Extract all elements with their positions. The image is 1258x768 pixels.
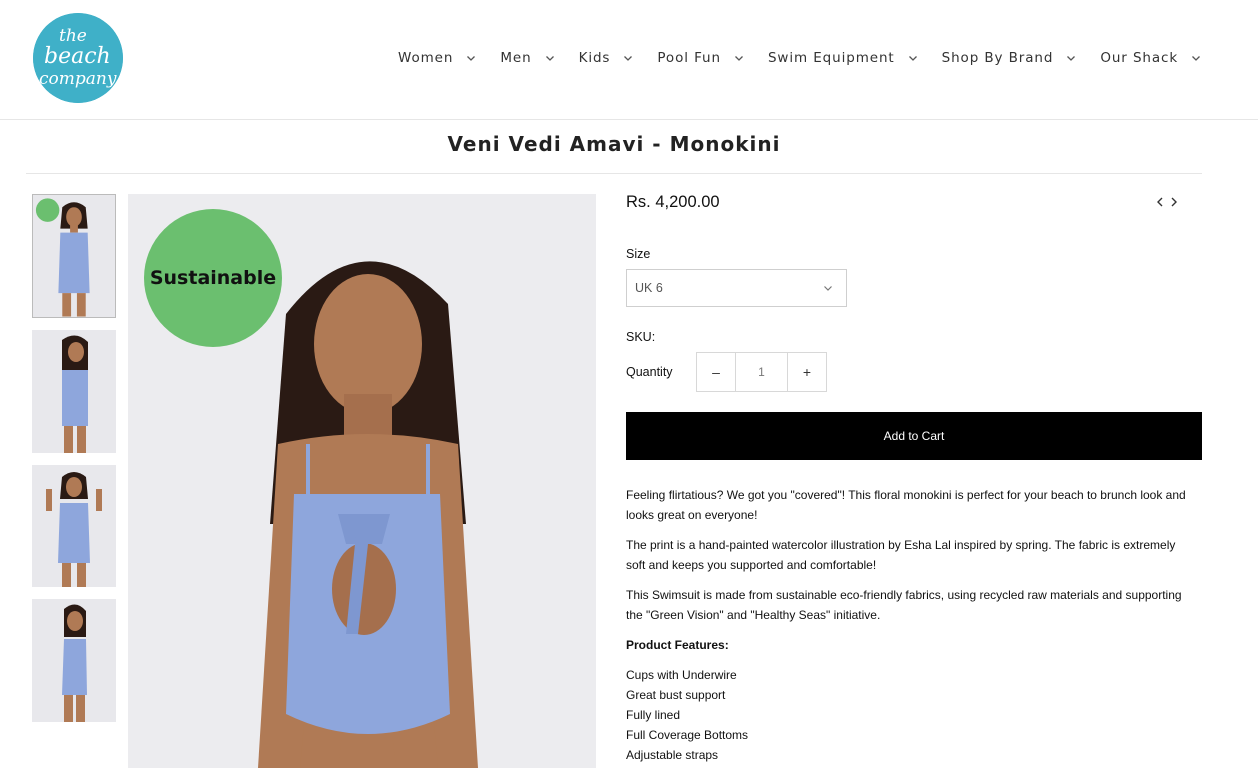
- features-heading: Product Features:: [626, 638, 729, 652]
- add-to-cart-button[interactable]: Add to Cart: [626, 412, 1202, 460]
- chevron-left-icon[interactable]: [1155, 195, 1165, 209]
- chevron-down-icon: [622, 52, 634, 64]
- feature-item: Adjustable straps: [626, 748, 719, 762]
- nav-label: Shop By Brand: [941, 50, 1054, 66]
- chevron-down-icon: [1190, 52, 1202, 64]
- product-pager: [1155, 195, 1179, 209]
- nav-item-shop-by-brand[interactable]: Shop By Brand: [942, 48, 1078, 68]
- nav-item-men[interactable]: Men: [500, 48, 555, 68]
- chevron-down-icon: [907, 52, 919, 64]
- nav-item-kids[interactable]: Kids: [579, 48, 635, 68]
- nav-label: Pool Fun: [657, 50, 721, 66]
- chevron-down-icon: [733, 52, 745, 64]
- site-header: the beach company Women Men Kids Pool Fu…: [0, 0, 1258, 120]
- logo-line-2: beach: [44, 44, 111, 69]
- description-paragraph: The print is a hand-painted watercolor i…: [626, 538, 1176, 572]
- thumbnail-image: [32, 599, 116, 722]
- logo-line-3: company: [39, 69, 117, 89]
- logo-line-1: the: [59, 26, 87, 46]
- quantity-label: Quantity: [626, 365, 673, 379]
- product-thumbnail[interactable]: [32, 599, 116, 722]
- nav-label: Men: [500, 50, 532, 66]
- feature-item: Great bust support: [626, 688, 726, 702]
- nav-item-pool-fun[interactable]: Pool Fun: [657, 48, 745, 68]
- chevron-down-icon: [822, 282, 834, 294]
- description-paragraph: This Swimsuit is made from sustainable e…: [626, 588, 1182, 622]
- nav-item-women[interactable]: Women: [398, 48, 477, 68]
- nav-item-our-shack[interactable]: Our Shack: [1100, 48, 1202, 68]
- quantity-input[interactable]: 1: [736, 352, 787, 392]
- size-label: Size: [626, 247, 651, 261]
- sku-label: SKU:: [626, 330, 656, 344]
- quantity-stepper: – 1 +: [696, 352, 827, 392]
- feature-item: Cups with Underwire: [626, 668, 737, 682]
- product-title: Veni Vedi Amavi - Monokini: [447, 132, 781, 156]
- product-thumbnail[interactable]: [32, 194, 116, 318]
- sustainable-badge: Sustainable: [144, 209, 282, 347]
- product-description: Feeling flirtatious? We got you "covered…: [626, 485, 1186, 765]
- nav-item-swim-equipment[interactable]: Swim Equipment: [768, 48, 919, 68]
- logo-mark: the beach company: [33, 13, 123, 103]
- thumbnail-image: [32, 330, 116, 453]
- product-main-image[interactable]: Sustainable: [128, 194, 596, 768]
- product-price: Rs. 4,200.00: [626, 193, 720, 211]
- description-paragraph: Feeling flirtatious? We got you "covered…: [626, 488, 1186, 522]
- nav-label: Our Shack: [1100, 50, 1179, 66]
- size-select[interactable]: UK 6: [626, 269, 847, 307]
- brand-logo[interactable]: the beach company: [33, 13, 123, 103]
- product-thumbnail[interactable]: [32, 330, 116, 453]
- product-thumbnail[interactable]: [32, 465, 116, 587]
- feature-item: Full Coverage Bottoms: [626, 728, 749, 742]
- chevron-down-icon: [1065, 52, 1077, 64]
- main-nav: Women Men Kids Pool Fun Swim Equipment S…: [398, 48, 1225, 68]
- nav-label: Women: [398, 50, 454, 66]
- feature-item: Fully lined: [626, 708, 681, 722]
- quantity-decrease-button[interactable]: –: [696, 352, 736, 392]
- chevron-down-icon: [465, 52, 477, 64]
- quantity-increase-button[interactable]: +: [787, 352, 827, 392]
- thumbnail-image: [33, 195, 115, 317]
- chevron-right-icon[interactable]: [1169, 195, 1179, 209]
- size-value: UK 6: [635, 281, 663, 295]
- chevron-down-icon: [544, 52, 556, 64]
- nav-label: Kids: [578, 50, 611, 66]
- thumbnail-image: [32, 465, 116, 587]
- nav-label: Swim Equipment: [767, 50, 895, 66]
- divider: [26, 173, 1202, 174]
